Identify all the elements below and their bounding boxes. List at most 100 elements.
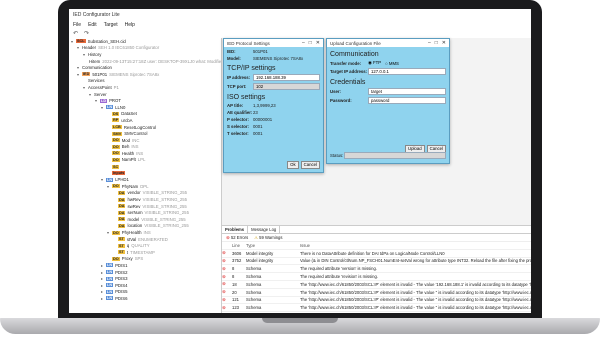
tab-problems[interactable]: Problems — [222, 226, 249, 233]
tree-item[interactable]: DO Beh INS — [69, 144, 221, 151]
user-field[interactable]: target — [368, 88, 446, 95]
model-tree[interactable]: ▾ SCL Substation_SEH.cid ▾ Header SEH 1.0 IEC… — [69, 38, 222, 313]
col-issue[interactable]: Issue — [300, 243, 531, 248]
menu-target[interactable]: Target — [104, 22, 118, 28]
tree-item[interactable]: ▸ LN PDIS4 — [69, 282, 221, 289]
tree-item-label: Server — [94, 91, 107, 97]
menu-bar: File Edit Target Help — [69, 20, 531, 29]
tree-item[interactable]: DA vendor VISIBLE_STRING_255 — [69, 190, 221, 197]
tree-item[interactable]: ▸ LN PDIS2 — [69, 269, 221, 276]
tree-item[interactable]: ▾ LN LLN0 — [69, 104, 221, 111]
tree-item[interactable]: ▾ DO PhyNam DPL — [69, 183, 221, 190]
tree-item[interactable]: ▾ IED 501P01 SIEMENS Siprotec 7SA8x — [69, 71, 221, 78]
status-label: Status: — [330, 153, 344, 158]
tab-message-log[interactable]: Message Log — [248, 226, 281, 233]
ap-label: AP title: — [227, 103, 244, 108]
node-type-badge: SCL — [76, 39, 86, 44]
tree-item-label: Substation_SEH.cid — [87, 38, 126, 44]
tree-item[interactable]: ▾ Server — [69, 91, 221, 98]
node-type-badge: DO — [112, 230, 120, 235]
node-type-badge: DO — [112, 157, 120, 162]
close-icon[interactable]: ✕ — [442, 40, 446, 46]
tree-item[interactable]: DO Mod INC — [69, 137, 221, 144]
tree-item[interactable]: ▾ Communication — [69, 64, 221, 71]
target-ip-field[interactable]: 127.0.0.1 — [368, 68, 446, 75]
tree-item[interactable]: ▸ LN PDIS3 — [69, 275, 221, 282]
problem-row[interactable]: ⊗ 18 Schema The 'http://www.iec.ch/61850/20… — [222, 281, 531, 289]
tree-item[interactable]: ▾ Header SEH 1.0 IEC61850 Configurator — [69, 45, 221, 52]
tree-item[interactable]: DA model VISIBLE_STRING_255 — [69, 216, 221, 223]
col-line[interactable]: Line — [232, 243, 246, 248]
ip-field[interactable]: 192.168.188.39 — [253, 74, 320, 81]
tree-item[interactable]: SMV SMVControl — [69, 130, 221, 137]
ssel-value[interactable]: 0001 — [253, 124, 263, 129]
problem-row[interactable]: ⊗ 8 Schema The required attribute 'version'… — [222, 265, 531, 274]
tree-item[interactable]: ▾ DO PhyHealth INS — [69, 229, 221, 236]
menu-help[interactable]: Help — [125, 22, 135, 28]
ok-button[interactable]: Ok — [287, 161, 299, 169]
undo-icon[interactable]: ↶ — [73, 30, 78, 37]
tree-item[interactable]: ▾ LN LPHD1 — [69, 176, 221, 183]
problem-row[interactable]: ⊗125SchemaThe 'http://www.iec.ch/61850/2… — [222, 312, 531, 314]
tree-item-label: model — [127, 216, 140, 222]
problem-row[interactable]: ⊗ 8 Schema The required attribute 'revision… — [222, 273, 531, 281]
tree-item[interactable]: ▾ LD PROT — [69, 97, 221, 104]
cancel-button[interactable]: Cancel — [300, 161, 320, 169]
tree-item[interactable]: ST t TIMESTAMP — [69, 249, 221, 256]
redo-icon[interactable]: ↷ — [84, 30, 89, 37]
ftp-radio[interactable]: ◉ FTP — [368, 60, 381, 66]
tree-item-label: PDIS1 — [115, 262, 128, 268]
errors-filter[interactable]: ⊗ 52 Errors — [226, 235, 248, 241]
tree-item[interactable]: DA location VISIBLE_STRING_255 — [69, 223, 221, 230]
tree-item[interactable]: ▾ SCL Substation_SEH.cid — [69, 38, 221, 45]
tree-item[interactable]: DA serNum VISIBLE_STRING_255 — [69, 209, 221, 216]
maximize-icon[interactable]: □ — [435, 40, 438, 46]
maximize-icon[interactable]: □ — [309, 40, 312, 46]
problem-row[interactable]: ⊗ 121 Schema The 'http://www.iec.ch/61850/2… — [222, 297, 531, 305]
problem-row[interactable]: ⊗ 3752 Model integrity Value (& in DIN Cont… — [222, 258, 531, 266]
tree-item[interactable]: DA hwRev VISIBLE_STRING_255 — [69, 196, 221, 203]
tree-item[interactable]: Inputs — [69, 170, 221, 177]
minimize-icon[interactable]: – — [428, 40, 431, 46]
warnings-count: 59 Warnings — [259, 235, 283, 240]
tree-item[interactable]: Hitem 2022-09-13T15:27:18Z user: DESKTOP-… — [69, 58, 221, 65]
problem-row[interactable]: ⊗ 20 Schema The 'http://www.iec.ch/61850/20… — [222, 289, 531, 297]
port-field[interactable]: 102 — [253, 83, 320, 90]
tree-item[interactable]: ST stVal ENUMERATED — [69, 236, 221, 243]
problem-row[interactable]: ⊗ 123 Schema The 'http://www.iec.ch/61850/2… — [222, 304, 531, 313]
tree-item[interactable]: DS DataSet — [69, 111, 221, 118]
ae-value[interactable]: 23 — [253, 110, 258, 115]
tree-item[interactable]: ▸ LN PDIS5 — [69, 289, 221, 296]
problem-row[interactable]: ⊗ 3606 Model integrity There is no DataAttr… — [222, 250, 531, 258]
tree-item[interactable]: DA swRev VISIBLE_STRING_255 — [69, 203, 221, 210]
tree-item[interactable]: ▸ LN PDIS6 — [69, 295, 221, 302]
tree-item[interactable]: ▸ LN PDIS1 — [69, 262, 221, 269]
menu-file[interactable]: File — [73, 22, 81, 28]
node-type-badge: DA — [118, 210, 126, 215]
mms-radio[interactable]: ○ MMS — [385, 61, 399, 66]
tree-item-type: QUALITY — [131, 243, 150, 249]
ip-row: IP address: 192.168.188.39 — [227, 74, 320, 81]
ap-value[interactable]: 1,3,9999,23 — [253, 103, 276, 108]
node-type-badge: DO — [112, 151, 120, 156]
tree-item[interactable]: LCB ResetLogControl — [69, 124, 221, 131]
menu-edit[interactable]: Edit — [88, 22, 97, 28]
password-field[interactable]: password — [368, 97, 446, 104]
tree-item[interactable]: DO Health INS — [69, 150, 221, 157]
tree-item[interactable]: DO NamPlt LPL — [69, 157, 221, 164]
tree-item[interactable]: RP urcbA — [69, 117, 221, 124]
tree-item[interactable]: Services — [69, 78, 221, 85]
col-type[interactable]: Type — [246, 243, 266, 248]
tree-item[interactable]: DO Proxy SPS — [69, 256, 221, 263]
close-icon[interactable]: ✕ — [316, 40, 320, 46]
tsel-value[interactable]: 0001 — [253, 131, 263, 136]
tree-item[interactable]: ST q QUALITY — [69, 242, 221, 249]
minimize-icon[interactable]: – — [302, 40, 305, 46]
warnings-filter[interactable]: ⚠ 59 Warnings — [254, 235, 282, 240]
tree-item-label: NamPlt — [121, 157, 136, 163]
tree-item[interactable]: ▾ History — [69, 51, 221, 58]
tree-item[interactable]: SC — [69, 163, 221, 170]
tree-item[interactable]: ▾ AccessPoint P1 — [69, 84, 221, 91]
psel-value[interactable]: 00000001 — [253, 117, 272, 122]
problem-issue: The 'http://www.iec.ch/61850/2003/SCL:IP… — [300, 305, 531, 311]
